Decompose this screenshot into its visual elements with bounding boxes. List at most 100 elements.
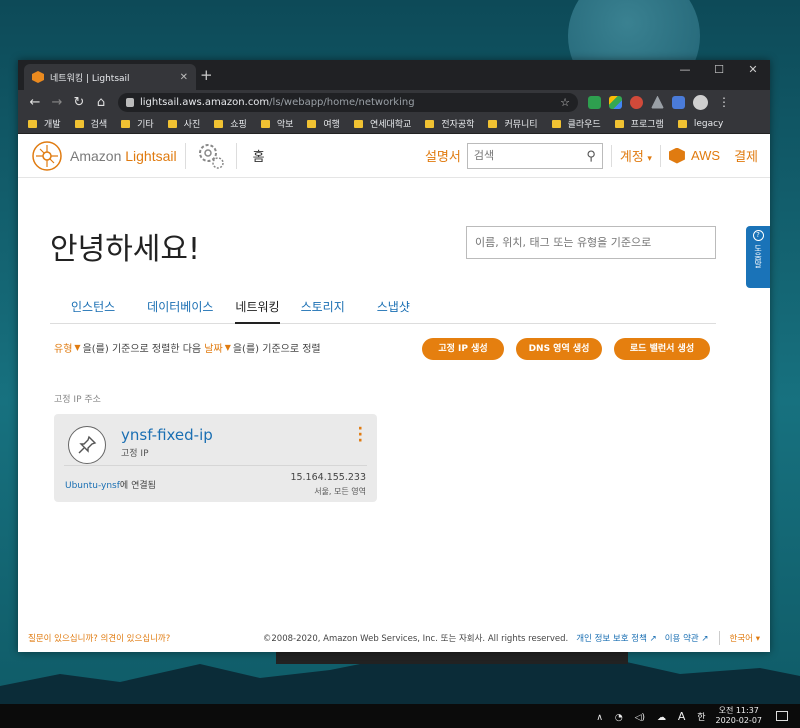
help-tab[interactable]: ? 도움말: [746, 226, 770, 288]
header-search[interactable]: ⚲: [466, 142, 603, 169]
create-static-ip-button[interactable]: 고정 IP 생성: [422, 338, 504, 360]
folder-icon: [307, 119, 317, 128]
extension-blue-icon[interactable]: [672, 95, 685, 109]
window-close-icon[interactable]: ✕: [736, 60, 770, 90]
cloud-icon[interactable]: ☁: [657, 713, 666, 723]
bookmark-folder[interactable]: 연세대학교: [353, 117, 411, 130]
chevron-down-icon[interactable]: ▼: [74, 343, 80, 352]
extension-green-icon[interactable]: [588, 95, 601, 109]
bookmark-folder[interactable]: 클라우드: [551, 117, 601, 130]
bookmark-star-icon[interactable]: ☆: [560, 96, 570, 109]
tab-title: 네트워킹 | Lightsail: [50, 73, 130, 84]
extensions-area: [588, 95, 685, 109]
static-ip-name[interactable]: ynsf-fixed-ip: [121, 426, 213, 444]
extension-gray-icon[interactable]: [651, 95, 664, 109]
folder-icon: [121, 119, 131, 128]
browser-tab[interactable]: 네트워킹 | Lightsail ✕: [24, 64, 196, 90]
tab-instances[interactable]: 인스턴스: [50, 298, 126, 324]
lock-icon: [126, 97, 134, 107]
static-ip-card[interactable]: ynsf-fixed-ip 고정 IP · · · Ubuntu-ynsf에 연결됨…: [54, 414, 377, 502]
folder-icon: [214, 119, 224, 128]
feedback-link[interactable]: 질문이 있으십니까? 의견이 있으십니까?: [28, 632, 170, 644]
attached-instance: Ubuntu-ynsf에 연결됨: [65, 481, 156, 491]
header-search-input[interactable]: [473, 149, 587, 162]
search-icon[interactable]: ⚲: [586, 148, 596, 164]
ip-address: 15.164.155.233: [290, 472, 366, 483]
sort-field-1[interactable]: 유형: [54, 340, 72, 355]
chevron-down-icon: ▾: [755, 634, 760, 644]
billing-link[interactable]: 결제: [734, 146, 758, 165]
back-icon[interactable]: ←: [24, 95, 46, 110]
tab-close-icon[interactable]: ✕: [180, 72, 188, 83]
external-link-icon: ↗: [649, 634, 657, 644]
header-divider: [235, 142, 237, 169]
terms-link[interactable]: 이용 약관 ↗: [665, 632, 709, 644]
docs-link[interactable]: 설명서: [425, 146, 461, 165]
notification-icon[interactable]: [776, 711, 788, 721]
folder-icon: [425, 119, 435, 128]
forward-icon[interactable]: →: [46, 95, 68, 110]
home-link[interactable]: 홈: [253, 146, 265, 165]
chevron-down-icon[interactable]: ▼: [225, 343, 231, 352]
page-footer: 질문이 있으십니까? 의견이 있으십니까? ©2008-2020, Amazon…: [18, 624, 770, 652]
windows-taskbar: ∧ ◔ ◁) ☁ A 한 오전 11:37 2020-02-07: [0, 704, 800, 728]
window-controls: — ☐ ✕: [668, 60, 770, 90]
ime-hangul[interactable]: 한: [697, 713, 705, 723]
tab-storage[interactable]: 스토리지: [291, 298, 356, 324]
extension-red-icon[interactable]: [630, 95, 643, 109]
create-load-balancer-button[interactable]: 로드 밸런서 생성: [614, 338, 710, 360]
bookmark-folder[interactable]: 기타: [121, 117, 154, 130]
brand-title[interactable]: Amazon Lightsail: [70, 148, 177, 164]
sort-text-2: 을(를) 기준으로 정렬: [232, 344, 321, 355]
chevron-down-icon: ▾: [647, 153, 652, 163]
account-menu[interactable]: 계정 ▾: [620, 146, 652, 165]
folder-icon: [353, 119, 363, 128]
bookmark-folder[interactable]: 프로그램: [614, 117, 664, 130]
bookmark-folder[interactable]: 검색: [74, 117, 107, 130]
sort-text-1: 을(를) 기준으로 정렬한 다음: [82, 344, 202, 355]
bookmark-folder[interactable]: 전자공학: [425, 117, 474, 130]
address-bar[interactable]: lightsail.aws.amazon.com /ls/webapp/home…: [118, 92, 578, 112]
create-dns-zone-button[interactable]: DNS 영역 생성: [516, 338, 602, 360]
lightsail-header: Amazon Lightsail 홈 설명서 ⚲ 계정 ▾: [18, 134, 770, 178]
tab-bar: 네트워킹 | Lightsail ✕ + — ☐ ✕: [18, 60, 770, 90]
question-icon: ?: [752, 230, 764, 241]
card-menu-icon[interactable]: · · ·: [358, 422, 363, 448]
header-right: 설명서 ⚲ 계정 ▾ AWS 결제: [425, 142, 758, 169]
bookmark-folder[interactable]: 악보: [260, 117, 293, 130]
google-drive-icon[interactable]: [609, 95, 622, 109]
browser-menu-icon[interactable]: ⋮: [718, 95, 730, 109]
tab-snapshots[interactable]: 스냅샷: [356, 298, 421, 324]
folder-icon: [677, 119, 687, 128]
volume-icon[interactable]: ◁): [635, 713, 645, 723]
maximize-icon[interactable]: ☐: [702, 60, 736, 90]
taskbar-clock[interactable]: 오전 11:37 2020-02-07: [716, 706, 763, 726]
tab-databases[interactable]: 데이터베이스: [126, 298, 224, 324]
bookmark-folder[interactable]: 개발: [28, 117, 61, 130]
tab-networking[interactable]: 네트워킹: [235, 298, 280, 324]
settings-gear-icon[interactable]: [194, 139, 228, 173]
minimize-icon[interactable]: —: [668, 60, 702, 90]
help-label: 도움말: [753, 244, 763, 268]
bookmark-folder[interactable]: 쇼핑: [214, 117, 247, 130]
bookmark-folder[interactable]: 사진: [167, 117, 200, 130]
aws-console-link[interactable]: AWS: [668, 147, 720, 164]
reload-icon[interactable]: ↻: [68, 95, 90, 110]
folder-icon: [260, 119, 270, 128]
tray-expand-icon[interactable]: ∧: [596, 713, 603, 723]
new-tab-icon[interactable]: +: [200, 66, 213, 84]
language-selector[interactable]: 한국어 ▾: [730, 632, 760, 644]
resource-search-input[interactable]: [466, 226, 716, 259]
bookmark-folder[interactable]: 커뮤니티: [488, 117, 538, 130]
profile-avatar[interactable]: [693, 94, 708, 110]
wifi-icon[interactable]: ◔: [615, 713, 623, 723]
bookmark-folder[interactable]: legacy: [677, 119, 723, 129]
bookmark-folder[interactable]: 여행: [307, 117, 340, 130]
ime-mode[interactable]: A: [678, 710, 686, 723]
attached-instance-link[interactable]: Ubuntu-ynsf: [65, 481, 120, 491]
lightsail-logo-icon[interactable]: [30, 139, 64, 173]
privacy-link[interactable]: 개인 정보 보호 정책 ↗: [576, 632, 657, 644]
sort-field-2[interactable]: 날짜: [204, 340, 222, 355]
section-label: 고정 IP 주소: [54, 395, 101, 405]
home-icon[interactable]: ⌂: [90, 95, 112, 110]
